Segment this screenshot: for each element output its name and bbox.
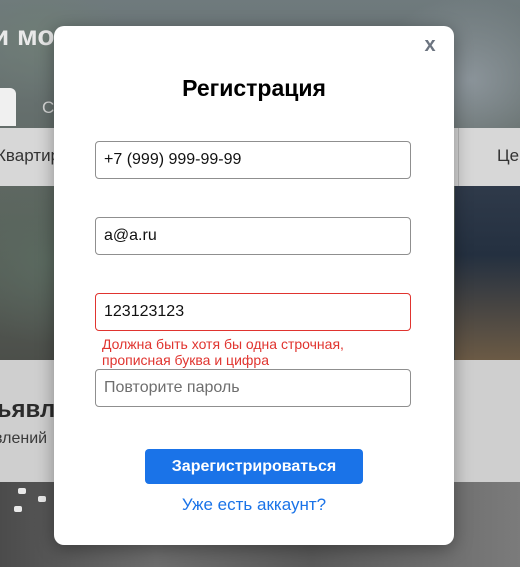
hero-tab: С	[42, 98, 55, 117]
password-error-message: Должна быть хотя бы одна строчная, пропи…	[102, 336, 344, 368]
modal-title: Регистрация	[182, 75, 326, 101]
close-button[interactable]: x	[418, 32, 442, 58]
hero-tab-active	[0, 88, 16, 126]
ceiling-lamp	[38, 496, 46, 502]
listings-subtitle: влений	[0, 430, 48, 447]
register-button[interactable]: Зарегистрироваться	[145, 449, 363, 484]
ceiling-lamp	[14, 506, 22, 512]
house-image	[455, 185, 520, 360]
ceiling-lamp	[18, 488, 26, 494]
filter-property-type: Квартир	[0, 146, 61, 165]
registration-modal: x Регистрация Должна быть хотя бы одна с…	[54, 26, 454, 545]
hero-heading: и мо	[0, 20, 55, 51]
filter-divider	[458, 128, 459, 186]
email-field[interactable]	[95, 217, 411, 255]
login-link[interactable]: Уже есть аккаунт?	[54, 495, 454, 515]
password-field[interactable]	[95, 293, 411, 331]
filter-price: Це	[497, 146, 520, 165]
phone-field[interactable]	[95, 141, 411, 179]
repeat-password-field[interactable]	[95, 369, 411, 407]
